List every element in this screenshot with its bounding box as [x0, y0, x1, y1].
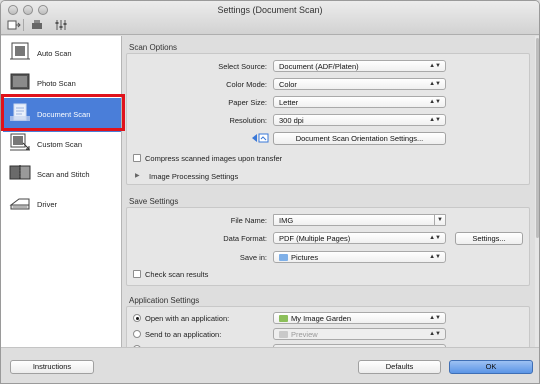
select-source-popup[interactable]: Document (ADF/Platen) ▲▼ — [273, 60, 446, 72]
data-format-label: Data Format: — [223, 234, 267, 243]
popup-arrows-icon: ▲▼ — [429, 63, 441, 69]
preview-app-icon — [279, 331, 288, 338]
data-format-value: PDF (Multiple Pages) — [279, 234, 351, 243]
send-to-app-value: Preview — [291, 330, 318, 339]
sidebar-item-auto-scan[interactable]: Auto Scan — [3, 37, 121, 71]
check-scan-results-label: Check scan results — [145, 270, 209, 279]
settings-content: Scan Options Select Source: Document (AD… — [123, 36, 535, 347]
paper-size-value: Letter — [279, 98, 299, 107]
ok-button[interactable]: OK — [449, 360, 533, 374]
disclosure-triangle-icon[interactable]: ▶ — [135, 172, 140, 179]
scan-stitch-icon — [9, 163, 31, 183]
sidebar-item-label: Scan and Stitch — [37, 170, 90, 179]
sidebar-item-label: Photo Scan — [37, 79, 76, 88]
window-title: Settings (Document Scan) — [217, 5, 323, 15]
popup-arrows-icon: ▲▼ — [429, 235, 441, 241]
orientation-settings-button[interactable]: Document Scan Orientation Settings... — [273, 132, 446, 145]
custom-scan-icon — [9, 133, 31, 153]
general-settings-icon[interactable] — [54, 19, 68, 31]
sidebar-item-scan-and-stitch[interactable]: Scan and Stitch — [3, 158, 121, 192]
scan-options-heading: Scan Options — [129, 43, 178, 52]
auto-scan-icon — [9, 42, 31, 62]
save-in-popup[interactable]: Pictures ▲▼ — [273, 251, 446, 263]
image-processing-toggle[interactable]: Image Processing Settings — [149, 172, 238, 181]
driver-icon — [9, 193, 31, 213]
app-settings-heading: Application Settings — [129, 296, 200, 305]
popup-arrows-icon: ▲▼ — [429, 331, 441, 337]
popup-arrows-icon: ▲▼ — [429, 117, 441, 123]
scan-from-operation-panel-icon[interactable] — [30, 19, 44, 31]
content-scrollbar[interactable] — [535, 36, 539, 347]
send-to-app-popup[interactable]: Preview ▲▼ — [273, 328, 446, 340]
toolbar-separator — [23, 19, 24, 31]
format-settings-button[interactable]: Settings... — [455, 232, 523, 245]
select-source-label: Select Source: — [218, 62, 267, 71]
folder-icon — [279, 254, 288, 261]
scrollbar-thumb[interactable] — [536, 38, 539, 238]
save-in-value: Pictures — [291, 253, 319, 262]
compress-label: Compress scanned images upon transfer — [145, 154, 283, 163]
scan-mode-sidebar: Auto Scan Photo Scan Document Scan Custo… — [1, 36, 122, 347]
settings-window: Settings (Document Scan) Auto Scan Photo… — [0, 0, 540, 384]
file-name-value: IMG — [279, 216, 294, 225]
color-mode-label: Color Mode: — [226, 80, 267, 89]
open-with-app-label: Open with an application: — [145, 314, 230, 323]
sidebar-item-custom-scan[interactable]: Custom Scan — [3, 128, 121, 162]
popup-arrows-icon: ▲▼ — [429, 315, 441, 321]
resolution-value: 300 dpi — [279, 116, 304, 125]
orientation-icon — [251, 132, 269, 144]
open-with-app-value: My Image Garden — [291, 314, 352, 323]
scan-from-computer-icon[interactable] — [7, 19, 21, 31]
send-to-app-radio[interactable] — [133, 330, 141, 338]
save-settings-heading: Save Settings — [129, 197, 179, 206]
open-with-app-popup[interactable]: My Image Garden ▲▼ — [273, 312, 446, 324]
compress-checkbox[interactable] — [133, 154, 141, 162]
open-with-app-radio[interactable] — [133, 314, 141, 322]
title-bar: Settings (Document Scan) — [1, 1, 539, 35]
check-scan-results-checkbox[interactable] — [133, 270, 141, 278]
photo-scan-icon — [9, 72, 31, 92]
popup-arrows-icon: ▲▼ — [429, 81, 441, 87]
color-mode-value: Color — [279, 80, 297, 89]
resolution-label: Resolution: — [229, 116, 267, 125]
file-name-label: File Name: — [230, 216, 267, 225]
save-in-label: Save in: — [239, 253, 267, 262]
sidebar-item-label: Auto Scan — [37, 49, 72, 58]
resolution-popup[interactable]: 300 dpi ▲▼ — [273, 114, 446, 126]
combobox-arrow-icon[interactable]: ▼ — [434, 215, 443, 226]
sidebar-item-driver[interactable]: Driver — [3, 188, 121, 222]
popup-arrows-icon: ▲▼ — [429, 254, 441, 260]
instructions-button[interactable]: Instructions — [10, 360, 94, 374]
my-image-garden-icon — [279, 315, 288, 322]
send-to-app-label: Send to an application: — [145, 330, 222, 339]
defaults-button[interactable]: Defaults — [358, 360, 441, 374]
color-mode-popup[interactable]: Color ▲▼ — [273, 78, 446, 90]
selection-highlight-frame — [1, 94, 125, 131]
paper-size-label: Paper Size: — [228, 98, 267, 107]
paper-size-popup[interactable]: Letter ▲▼ — [273, 96, 446, 108]
data-format-popup[interactable]: PDF (Multiple Pages) ▲▼ — [273, 232, 446, 244]
popup-arrows-icon: ▲▼ — [429, 99, 441, 105]
file-name-combobox[interactable]: IMG ▼ — [273, 214, 446, 226]
select-source-value: Document (ADF/Platen) — [279, 62, 359, 71]
sidebar-item-label: Driver — [37, 200, 57, 209]
sidebar-item-label: Custom Scan — [37, 140, 83, 149]
footer-bar: Instructions Defaults OK — [1, 347, 539, 383]
